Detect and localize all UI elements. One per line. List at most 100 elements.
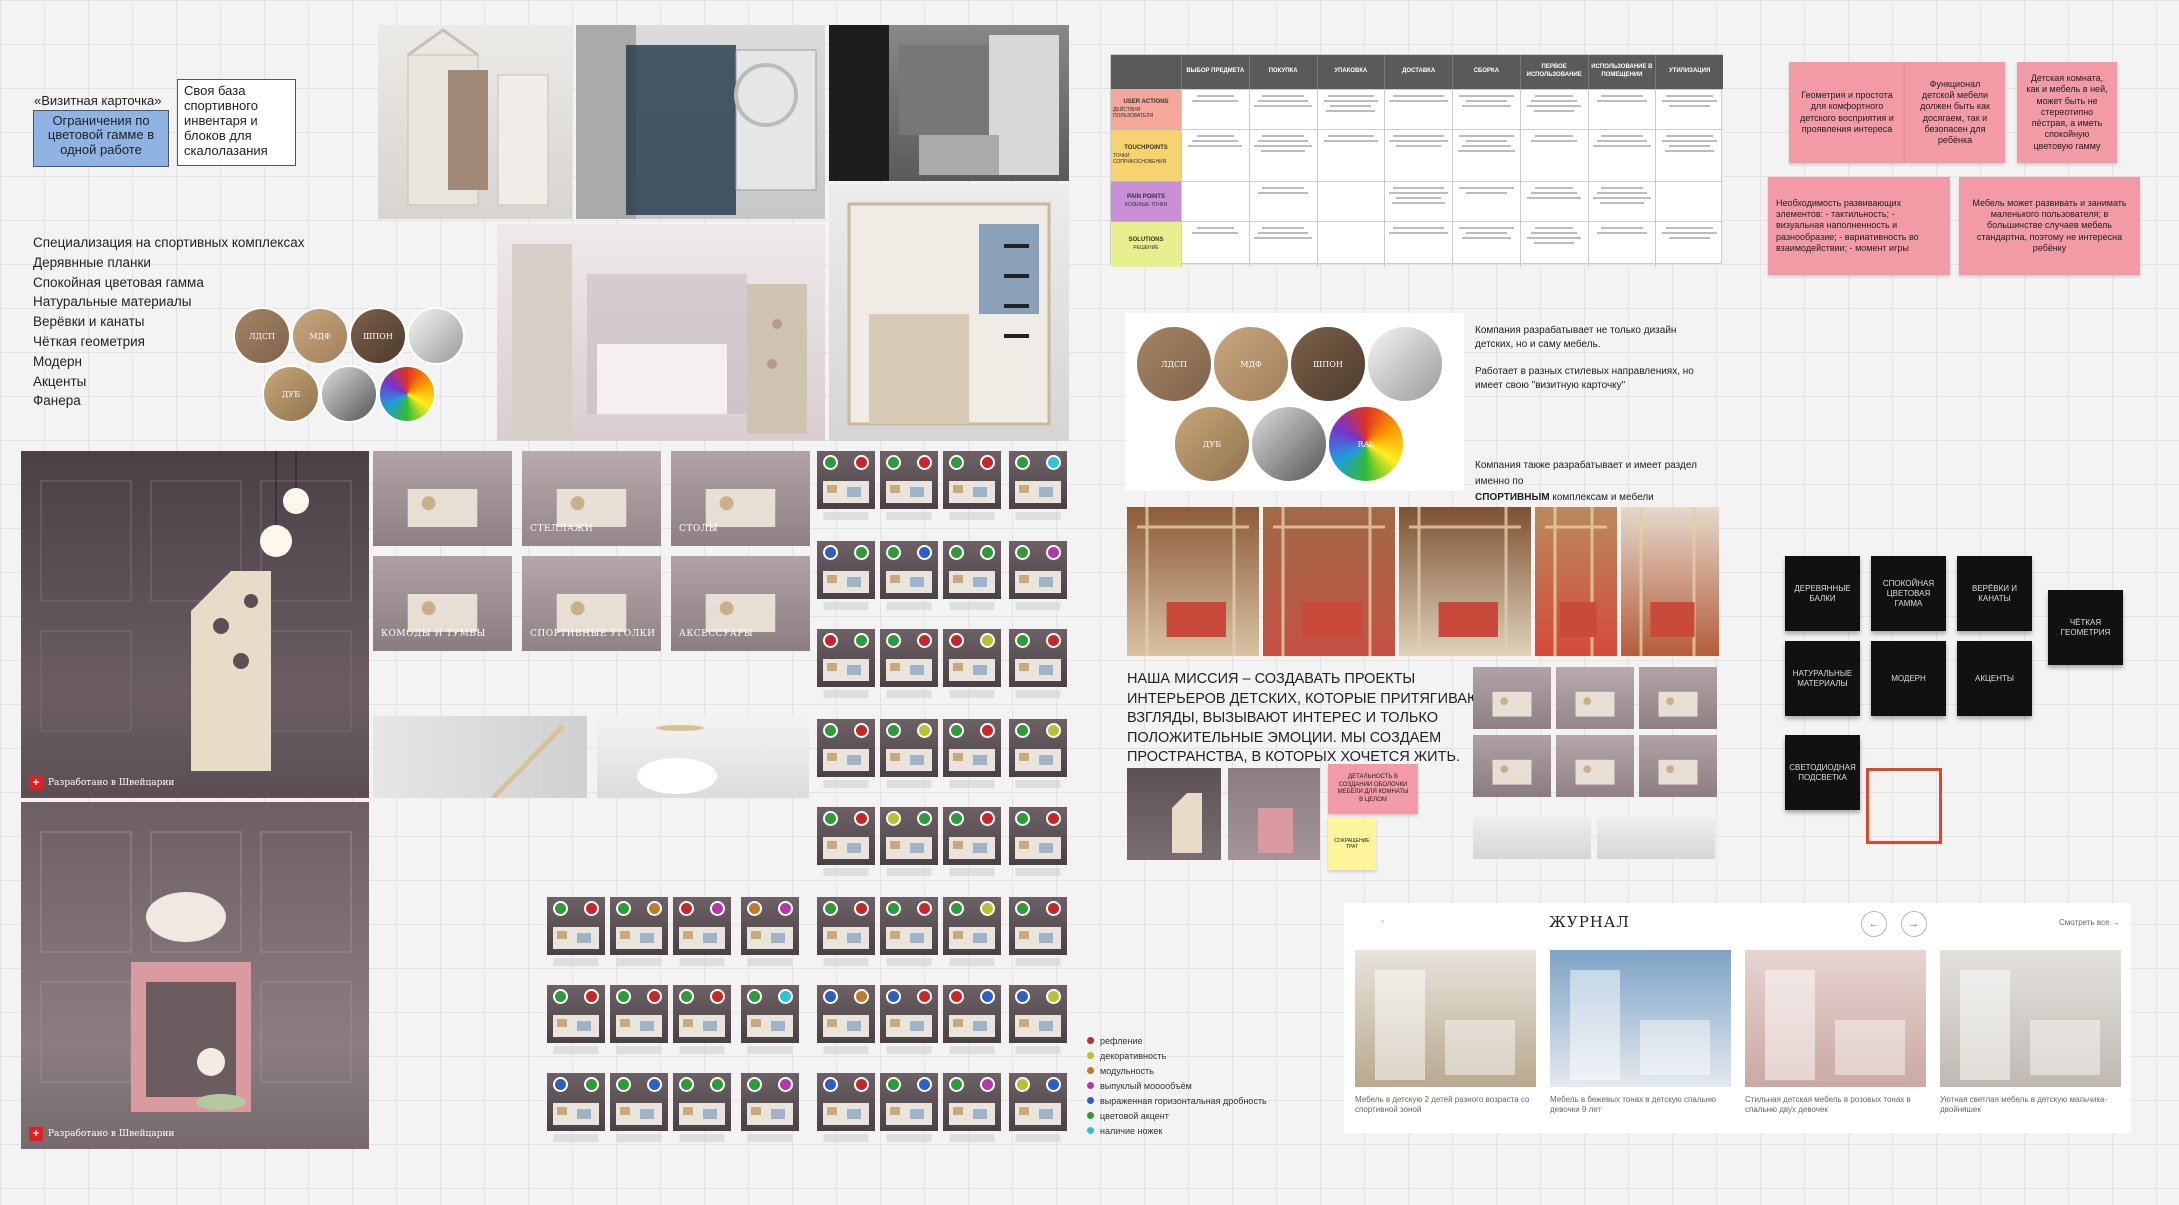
empty-frame[interactable] — [1866, 768, 1942, 844]
arrow-right-icon: → — [1908, 918, 1920, 930]
product-thumbnail[interactable] — [880, 985, 938, 1043]
product-thumbnail[interactable] — [1009, 719, 1067, 777]
product-thumbnail[interactable] — [943, 807, 1001, 865]
black-note-geometry: ЧЁТКАЯ ГЕОМЕТРИЯ — [2048, 590, 2123, 665]
product-thumbnail[interactable] — [547, 897, 605, 955]
product-thumbnail[interactable] — [1009, 541, 1067, 599]
product-thumbnail[interactable] — [547, 985, 605, 1043]
swatch-label: МДФ — [1240, 359, 1262, 369]
swatch-label: ШПОН — [1313, 359, 1343, 369]
journal-card[interactable]: Стильная детская мебель в розовых тонах … — [1745, 950, 1926, 1130]
product-thumbnail[interactable] — [943, 451, 1001, 509]
see-all-link[interactable]: Смотреть все → — [2059, 918, 2120, 927]
thumbnail-caption — [611, 958, 667, 966]
product-thumbnail[interactable] — [943, 629, 1001, 687]
product-thumbnail[interactable] — [880, 719, 938, 777]
product-thumbnail[interactable] — [880, 1073, 938, 1131]
attribute-dot — [823, 1077, 838, 1092]
swatch-label: ЛДСП — [1160, 359, 1188, 369]
journal-card[interactable]: Мебель в детскую 2 детей разного возраст… — [1355, 950, 1536, 1130]
attribute-dot — [980, 901, 995, 916]
material-swatch: ЛДСП — [1135, 325, 1213, 403]
product-thumbnail[interactable] — [817, 985, 875, 1043]
cjm-cell — [1181, 181, 1249, 221]
catalog-tile[interactable] — [1639, 667, 1717, 729]
attribute-dot — [1046, 723, 1061, 738]
product-thumbnail[interactable] — [1009, 629, 1067, 687]
cjm-row-title: TOUCHPOINTS — [1124, 145, 1168, 152]
product-thumbnail[interactable] — [1009, 1073, 1067, 1131]
product-thumbnail[interactable] — [610, 897, 668, 955]
product-thumbnail[interactable] — [943, 1073, 1001, 1131]
thumbnail-caption — [674, 958, 730, 966]
cjm-column-header: СБОРКА — [1452, 55, 1520, 89]
catalog-tile[interactable] — [1556, 735, 1634, 797]
attribute-dot — [854, 989, 869, 1004]
product-thumbnail[interactable] — [1009, 985, 1067, 1043]
catalog-tile[interactable] — [373, 451, 512, 546]
sport-interior-photo — [1621, 507, 1719, 656]
product-thumbnail[interactable] — [817, 541, 875, 599]
cjm-cell — [1316, 181, 1385, 221]
product-thumbnail[interactable] — [817, 719, 875, 777]
product-thumbnail[interactable] — [610, 985, 668, 1043]
journal-card[interactable]: Уютная светлая мебель в детскую мальчика… — [1940, 950, 2121, 1130]
attribute-dot — [778, 901, 793, 916]
journal-card-caption: Мебель в бежевых тонах в детскую спальню… — [1550, 1095, 1717, 1115]
black-note-led: СВЕТОДИОДНАЯ ПОДСВЕТКА — [1785, 735, 1860, 810]
product-thumbnail[interactable] — [673, 1073, 731, 1131]
company-paragraph-1: Компания разрабатывает не только дизайн … — [1475, 325, 1677, 350]
legend-label: цветовой акцент — [1100, 1110, 1169, 1121]
product-thumbnail[interactable] — [943, 541, 1001, 599]
cjm-cell — [1452, 221, 1520, 267]
journal-card-image — [1745, 950, 1926, 1087]
product-thumbnail[interactable] — [880, 629, 938, 687]
product-thumbnail[interactable] — [880, 541, 938, 599]
product-thumbnail[interactable] — [943, 719, 1001, 777]
attribute-dot — [886, 545, 901, 560]
product-thumbnail[interactable] — [817, 897, 875, 955]
product-thumbnail[interactable] — [880, 451, 938, 509]
next-arrow-button[interactable]: → — [1901, 911, 1927, 937]
product-thumbnail[interactable] — [741, 1073, 799, 1131]
product-thumbnail[interactable] — [880, 807, 938, 865]
catalog-tile[interactable] — [1639, 735, 1717, 797]
note-cost-saving: СОКРАЩЕНИЕ ТРАТ — [1328, 818, 1376, 870]
product-thumbnail[interactable] — [880, 897, 938, 955]
cjm-cell — [1181, 221, 1249, 267]
product-thumbnail[interactable] — [741, 985, 799, 1043]
swatch-label: ДУБ — [1202, 439, 1222, 449]
legend-color-dot — [1087, 1067, 1094, 1074]
catalog-tile[interactable] — [1473, 667, 1551, 729]
thumbnail-caption — [674, 1134, 730, 1142]
catalog-tile[interactable] — [1556, 667, 1634, 729]
journal-panel: • ЖУРНАЛ ← → Смотреть все → Мебель в дет… — [1344, 903, 2131, 1133]
thumbnail-caption — [881, 780, 937, 788]
journal-cards: Мебель в детскую 2 детей разного возраст… — [1355, 950, 2125, 1130]
product-thumbnail[interactable] — [943, 985, 1001, 1043]
product-thumbnail[interactable] — [817, 807, 875, 865]
product-thumbnail[interactable] — [1009, 897, 1067, 955]
thumbnail-caption — [944, 1046, 1000, 1054]
journal-card[interactable]: Мебель в бежевых тонах в детскую спальню… — [1550, 950, 1731, 1130]
cjm-column-header: ДОСТАВКА — [1384, 55, 1452, 89]
legend-item: выраженная горизонтальная дробность — [1087, 1093, 1267, 1108]
product-thumbnail[interactable] — [817, 1073, 875, 1131]
attribute-dot — [949, 1077, 964, 1092]
product-thumbnail[interactable] — [817, 629, 875, 687]
product-thumbnail[interactable] — [673, 897, 731, 955]
product-thumbnail[interactable] — [741, 897, 799, 955]
material-swatch — [1250, 405, 1328, 483]
product-thumbnail[interactable] — [817, 451, 875, 509]
product-thumbnail[interactable] — [1009, 451, 1067, 509]
product-thumbnail[interactable] — [1009, 807, 1067, 865]
prev-arrow-button[interactable]: ← — [1861, 911, 1887, 937]
product-thumbnail[interactable] — [673, 985, 731, 1043]
product-thumbnail[interactable] — [610, 1073, 668, 1131]
cjm-cell — [1655, 89, 1723, 129]
catalog-tile[interactable] — [1473, 735, 1551, 797]
catalog-tile[interactable]: КОМОДЫ И ТУМБЫ — [373, 556, 512, 651]
product-thumbnail[interactable] — [943, 897, 1001, 955]
product-thumbnail[interactable] — [547, 1073, 605, 1131]
attribute-dot — [1015, 1077, 1030, 1092]
